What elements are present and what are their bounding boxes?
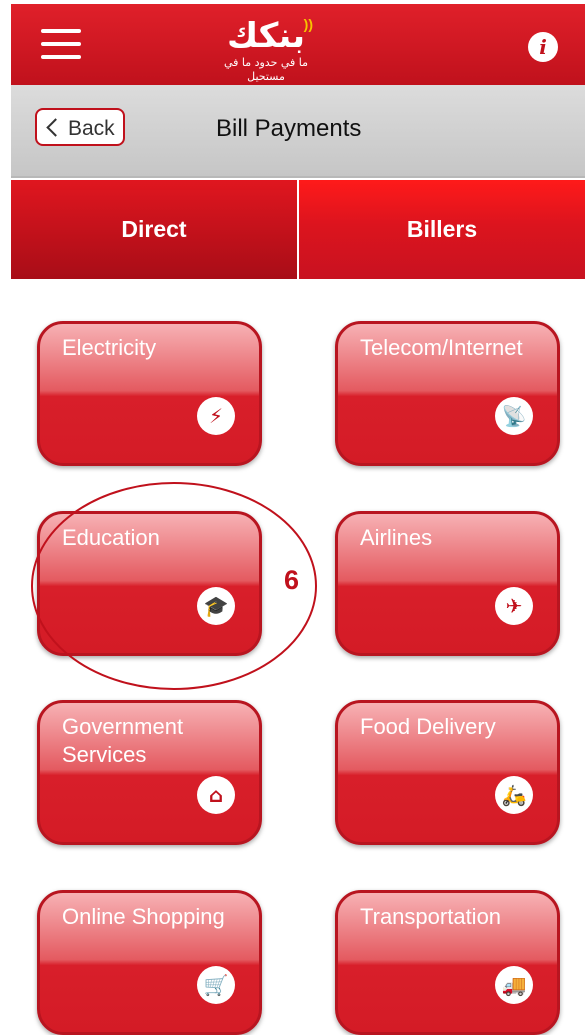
- tile-electricity[interactable]: Electricity ⚡: [37, 321, 262, 466]
- delivery-scooter-icon: 🛵: [495, 776, 533, 814]
- page-title: Bill Payments: [216, 115, 362, 142]
- tab-billers[interactable]: Billers: [297, 180, 585, 279]
- tile-airlines[interactable]: Airlines ✈: [335, 511, 560, 656]
- info-icon[interactable]: i: [528, 32, 558, 62]
- tile-food-delivery[interactable]: Food Delivery 🛵: [335, 700, 560, 845]
- airplane-icon: ✈: [495, 587, 533, 625]
- chevron-left-icon: [46, 118, 65, 137]
- tile-transportation[interactable]: Transportation 🚚: [335, 890, 560, 1035]
- tile-label: Government Services: [62, 714, 184, 767]
- shopping-cart-icon: 🛒: [197, 966, 235, 1004]
- tab-direct[interactable]: Direct: [11, 180, 297, 279]
- tile-government-services[interactable]: Government Services ⌂: [37, 700, 262, 845]
- tile-telecom-internet[interactable]: Telecom/Internet 📡: [335, 321, 560, 466]
- satellite-icon: 📡: [495, 397, 533, 435]
- tile-label: Airlines: [360, 525, 433, 550]
- lightning-icon: ⚡: [197, 397, 235, 435]
- logo-tagline: ما في حدود ما في مستحيل: [223, 56, 309, 83]
- tile-online-shopping[interactable]: Online Shopping 🛒: [37, 890, 262, 1035]
- tile-label: Electricity: [62, 335, 157, 360]
- bank-logo: )) بنكك ما في حدود ما في مستحيل: [211, 16, 321, 83]
- tab-bar: Direct Billers: [11, 180, 585, 279]
- app-header: )) بنكك ما في حدود ما في مستحيل i: [11, 4, 585, 85]
- title-bar: Back Bill Payments: [11, 85, 585, 178]
- annotation-ellipse: [31, 482, 317, 690]
- tile-label: Food Delivery: [360, 714, 496, 739]
- tile-label: Transportation: [360, 904, 502, 929]
- tile-label: Online Shopping: [62, 904, 225, 929]
- back-button[interactable]: Back: [35, 108, 125, 146]
- truck-icon: 🚚: [495, 966, 533, 1004]
- tile-label: Telecom/Internet: [360, 335, 523, 360]
- signal-wave-icon: )): [303, 16, 313, 32]
- house-icon: ⌂: [197, 776, 235, 814]
- annotation-number: 6: [284, 565, 300, 595]
- back-label: Back: [68, 117, 115, 140]
- hamburger-icon[interactable]: [41, 29, 81, 63]
